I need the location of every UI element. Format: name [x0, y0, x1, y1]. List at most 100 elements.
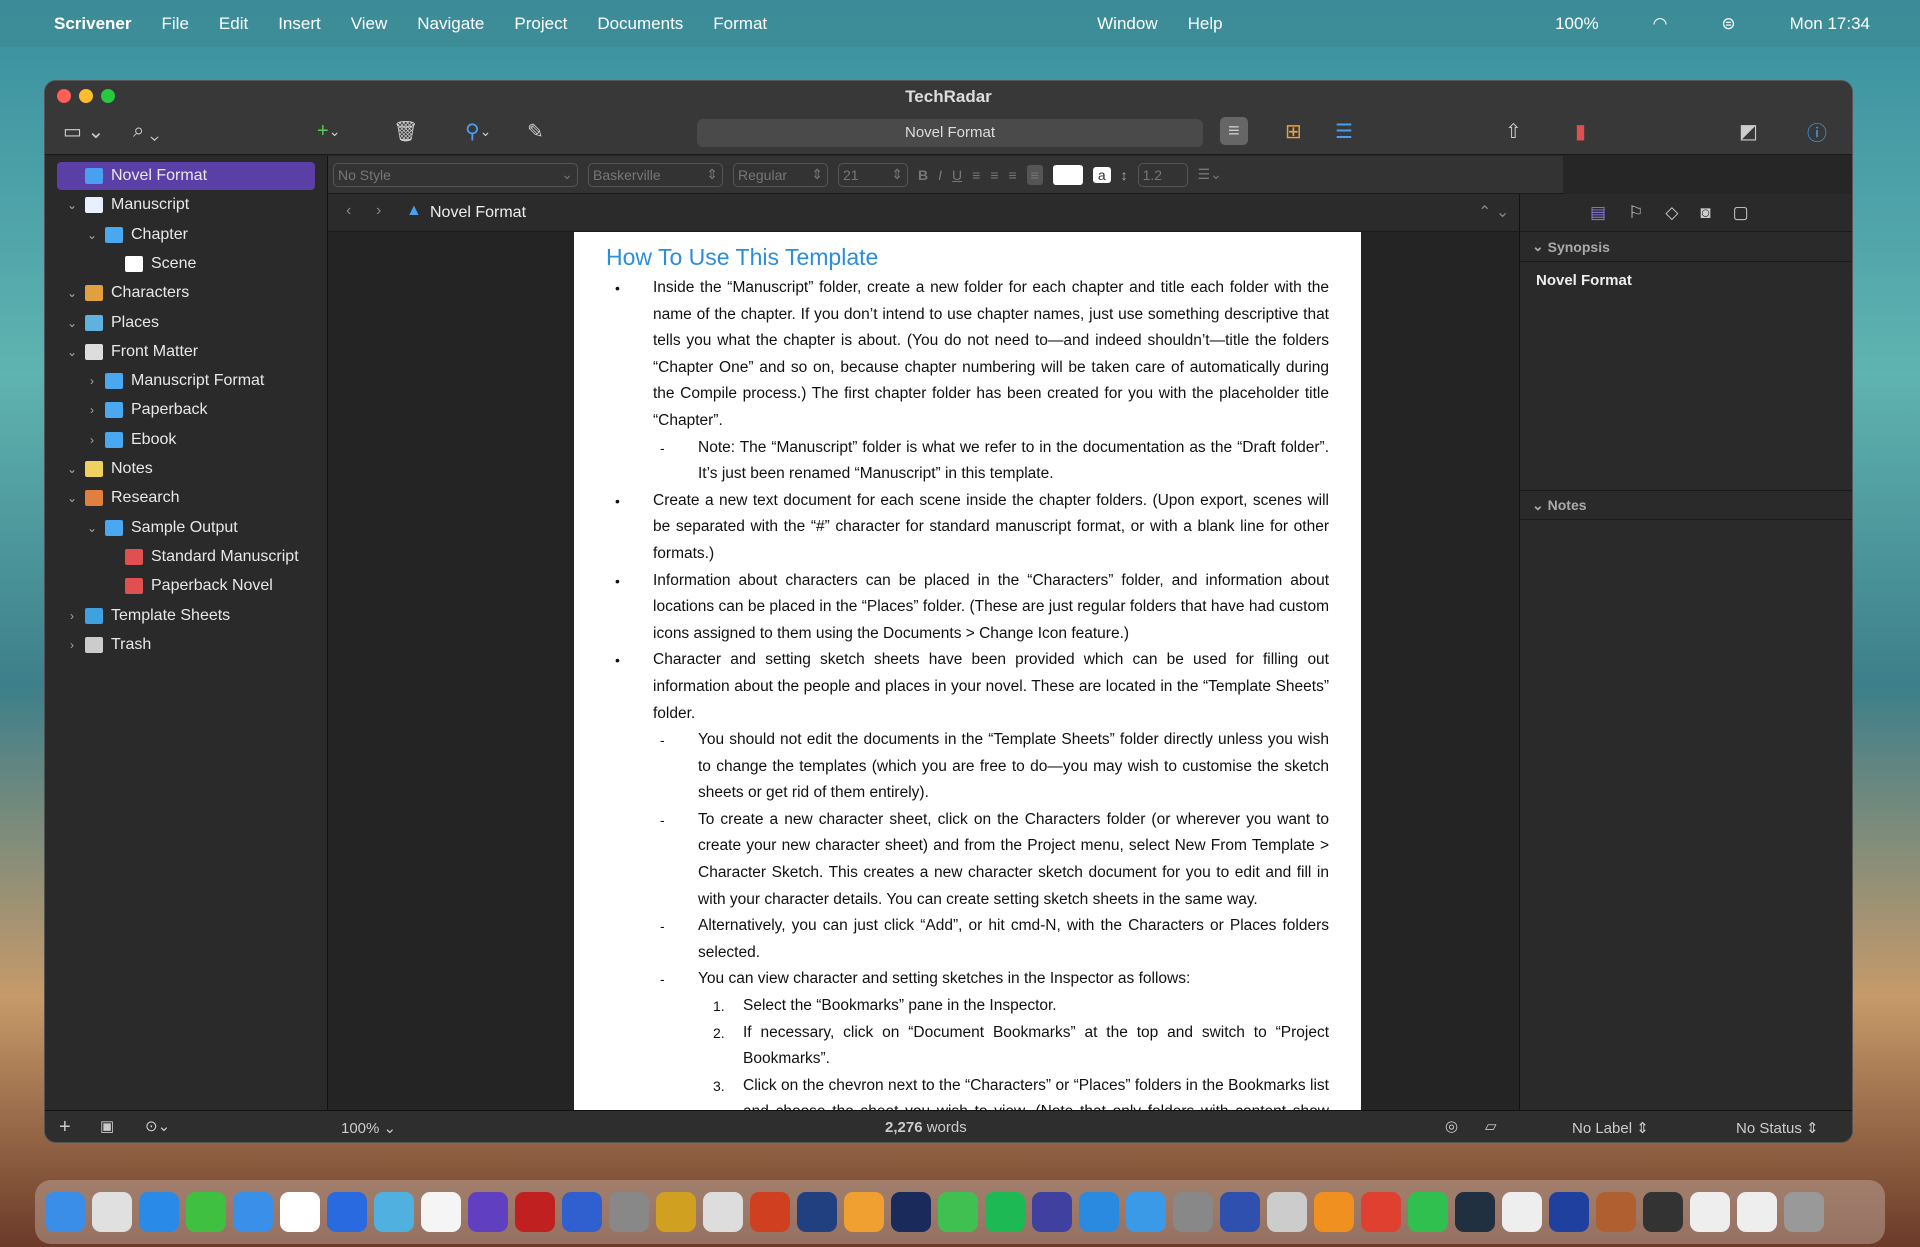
- menu-documents[interactable]: Documents: [597, 14, 683, 34]
- disclosure-icon[interactable]: ›: [63, 609, 81, 623]
- menu-app[interactable]: Scrivener: [54, 14, 132, 34]
- dock-app-icon[interactable]: [374, 1192, 414, 1232]
- settings-icon[interactable]: ⊙⌄: [145, 1117, 170, 1135]
- dock-app-icon[interactable]: [1267, 1192, 1307, 1232]
- disclosure-icon[interactable]: ›: [83, 403, 101, 417]
- disclosure-icon[interactable]: ›: [83, 374, 101, 388]
- disclosure-icon[interactable]: ⌄: [63, 286, 81, 300]
- forward-icon[interactable]: ›: [376, 202, 381, 220]
- dock-app-icon[interactable]: [92, 1192, 132, 1232]
- dock-app-icon[interactable]: [1737, 1192, 1777, 1232]
- dock-app-icon[interactable]: [1549, 1192, 1589, 1232]
- dock-app-icon[interactable]: [609, 1192, 649, 1232]
- control-center-icon[interactable]: ⊜: [1721, 14, 1735, 34]
- highlight-color-picker[interactable]: a: [1092, 166, 1111, 183]
- label-select[interactable]: No Label ⇕: [1572, 1119, 1649, 1137]
- status-select[interactable]: No Status ⇕: [1736, 1119, 1819, 1137]
- underline-button[interactable]: U: [952, 167, 962, 183]
- binder-item[interactable]: ⌄ Research: [57, 484, 315, 512]
- dock-app-icon[interactable]: [1032, 1192, 1072, 1232]
- menu-project[interactable]: Project: [514, 14, 567, 34]
- binder-item[interactable]: ⌄ Notes: [57, 455, 315, 483]
- dock-app-icon[interactable]: [468, 1192, 508, 1232]
- trash-icon[interactable]: 🗑: [393, 117, 418, 145]
- dock-app-icon[interactable]: [797, 1192, 837, 1232]
- dock-app-icon[interactable]: [1314, 1192, 1354, 1232]
- comments-tab-icon[interactable]: ▢: [1733, 203, 1749, 223]
- disclosure-icon[interactable]: ⌄: [63, 345, 81, 359]
- binder-item[interactable]: › Manuscript Format: [57, 367, 315, 395]
- binder-item[interactable]: › Template Sheets: [57, 602, 315, 630]
- binder-item[interactable]: ⌄ Front Matter: [57, 338, 315, 366]
- dock-app-icon[interactable]: [938, 1192, 978, 1232]
- binder-item[interactable]: ⌄ Chapter: [57, 221, 315, 249]
- dock-app-icon[interactable]: [1408, 1192, 1448, 1232]
- menu-help[interactable]: Help: [1188, 14, 1223, 34]
- search-icon[interactable]: ⌕ ⌄: [133, 117, 159, 145]
- dock-app-icon[interactable]: [1643, 1192, 1683, 1232]
- dock-app-icon[interactable]: [186, 1192, 226, 1232]
- quick-search-field[interactable]: Novel Format: [697, 119, 1203, 147]
- menu-insert[interactable]: Insert: [278, 14, 321, 34]
- add-folder-icon[interactable]: ▣: [100, 1117, 114, 1135]
- disclosure-icon[interactable]: ⌄: [63, 316, 81, 330]
- dock-app-icon[interactable]: [562, 1192, 602, 1232]
- style-select[interactable]: No Style ⌄: [333, 162, 578, 187]
- menu-window[interactable]: Window: [1097, 14, 1157, 34]
- dock-app-icon[interactable]: [1455, 1192, 1495, 1232]
- list-icon[interactable]: ☰⌄: [1198, 166, 1222, 183]
- outliner-icon[interactable]: ☰: [1335, 117, 1353, 145]
- dock-app-icon[interactable]: [1079, 1192, 1119, 1232]
- line-spacing-select[interactable]: 1.2: [1137, 162, 1188, 187]
- dock-app-icon[interactable]: [703, 1192, 743, 1232]
- editor[interactable]: How To Use This Template • Inside the “Ma…: [328, 232, 1563, 1110]
- binder-item[interactable]: Paperback Novel: [57, 572, 315, 600]
- back-icon[interactable]: ‹: [346, 202, 351, 220]
- zoom-select[interactable]: 100% ⌄: [341, 1119, 396, 1137]
- italic-button[interactable]: I: [938, 167, 942, 183]
- dock-app-icon[interactable]: [233, 1192, 273, 1232]
- notes-header[interactable]: ⌄ Notes: [1520, 490, 1852, 520]
- binder-item[interactable]: ⌄ Characters: [57, 279, 315, 307]
- dock-app-icon[interactable]: [844, 1192, 884, 1232]
- metadata-tab-icon[interactable]: ◇: [1665, 203, 1678, 223]
- dock-app-icon[interactable]: [45, 1192, 85, 1232]
- inspector-icon[interactable]: ⓘ: [1807, 117, 1827, 145]
- align-left-icon[interactable]: ≡: [972, 167, 980, 183]
- menu-edit[interactable]: Edit: [219, 14, 248, 34]
- disclosure-icon[interactable]: ⌄: [63, 462, 81, 476]
- menu-view[interactable]: View: [351, 14, 388, 34]
- disclosure-icon[interactable]: ⌄: [83, 521, 101, 535]
- dock-app-icon[interactable]: [1173, 1192, 1213, 1232]
- editor-view-icon[interactable]: ≡: [1220, 117, 1248, 145]
- align-center-icon[interactable]: ≡: [990, 167, 998, 183]
- weight-select[interactable]: Regular ⇕: [733, 162, 828, 187]
- snapshots-tab-icon[interactable]: ◙: [1700, 203, 1710, 223]
- disclosure-icon[interactable]: ›: [63, 638, 81, 652]
- share-icon[interactable]: ⇧: [1505, 117, 1522, 145]
- disclosure-icon[interactable]: ⌄: [83, 228, 101, 242]
- battery-status[interactable]: 100%: [1555, 14, 1598, 34]
- size-select[interactable]: 21 ⇕: [838, 162, 908, 187]
- menu-file[interactable]: File: [162, 14, 189, 34]
- dock-app-icon[interactable]: [985, 1192, 1025, 1232]
- annotation-icon[interactable]: ▱: [1485, 1117, 1497, 1135]
- wifi-icon[interactable]: ◠: [1653, 14, 1668, 34]
- binder-item[interactable]: Scene: [57, 250, 315, 278]
- bold-button[interactable]: B: [918, 167, 928, 183]
- corkboard-icon[interactable]: ⊞: [1285, 117, 1302, 145]
- dock-app-icon[interactable]: [891, 1192, 931, 1232]
- binder-toggle-icon[interactable]: ▭ ⌄: [63, 117, 104, 145]
- binder-item[interactable]: › Paperback: [57, 396, 315, 424]
- dock-app-icon[interactable]: [515, 1192, 555, 1232]
- disclosure-icon[interactable]: ⌄: [63, 198, 81, 212]
- add-icon[interactable]: + ⌄: [317, 117, 340, 145]
- binder-item[interactable]: › Ebook: [57, 426, 315, 454]
- dock-app-icon[interactable]: [750, 1192, 790, 1232]
- synopsis-header[interactable]: ⌄ Synopsis: [1520, 232, 1852, 262]
- synopsis-text[interactable]: Novel Format: [1520, 262, 1852, 490]
- document-page[interactable]: How To Use This Template • Inside the “Ma…: [574, 232, 1361, 1110]
- dock-app-icon[interactable]: [1690, 1192, 1730, 1232]
- dock-app-icon[interactable]: [280, 1192, 320, 1232]
- edit-icon[interactable]: ✎: [527, 117, 544, 145]
